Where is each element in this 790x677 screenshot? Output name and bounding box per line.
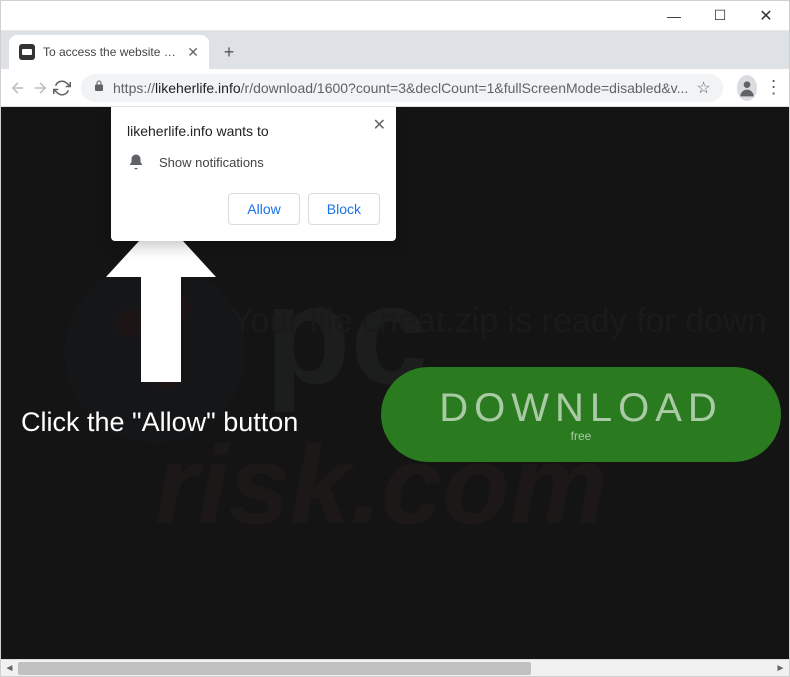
- window-minimize-button[interactable]: —: [651, 1, 697, 31]
- scroll-thumb[interactable]: [18, 662, 531, 675]
- scroll-left-arrow-icon[interactable]: ◄: [1, 660, 18, 677]
- allow-button[interactable]: Allow: [228, 193, 299, 225]
- bell-icon: [127, 153, 145, 171]
- tab-title: To access the website click the "A: [43, 45, 179, 59]
- url-text: https://likeherlife.info/r/download/1600…: [113, 80, 688, 96]
- tab-close-button[interactable]: ✕: [187, 44, 199, 61]
- file-ready-heading: Your file cheat.zip is ready for down: [231, 302, 766, 341]
- chrome-menu-button[interactable]: ⋮: [765, 74, 783, 102]
- permission-label: Show notifications: [159, 155, 264, 170]
- download-button-label: DOWNLOAD: [439, 386, 723, 431]
- scroll-right-arrow-icon[interactable]: ►: [772, 660, 789, 677]
- window-close-button[interactable]: ✕: [743, 1, 789, 31]
- browser-tab[interactable]: To access the website click the "A ✕: [9, 35, 209, 69]
- window-titlebar: — ☐ ✕: [1, 1, 789, 31]
- block-button[interactable]: Block: [308, 193, 380, 225]
- instruction-text: Click the "Allow" button: [21, 407, 298, 438]
- bookmark-star-icon[interactable]: ☆: [696, 78, 710, 98]
- toolbar: https://likeherlife.info/r/download/1600…: [1, 69, 789, 107]
- forward-button[interactable]: [31, 74, 49, 102]
- page-viewport: pc risk.com Click the "Allow" button You…: [1, 107, 789, 659]
- tab-strip: To access the website click the "A ✕ +: [1, 31, 789, 69]
- window-maximize-button[interactable]: ☐: [697, 1, 743, 31]
- profile-avatar-button[interactable]: [737, 75, 757, 101]
- download-button[interactable]: DOWNLOAD free: [381, 367, 781, 462]
- scroll-track[interactable]: [18, 660, 772, 676]
- address-bar[interactable]: https://likeherlife.info/r/download/1600…: [81, 74, 723, 102]
- lock-icon: [93, 79, 105, 96]
- new-tab-button[interactable]: +: [215, 38, 243, 66]
- download-button-sublabel: free: [571, 429, 592, 443]
- dialog-title: likeherlife.info wants to: [127, 123, 380, 139]
- reload-button[interactable]: [53, 74, 71, 102]
- horizontal-scrollbar[interactable]: ◄ ►: [1, 659, 789, 676]
- notification-permission-dialog: ✕ likeherlife.info wants to Show notific…: [111, 107, 396, 241]
- dialog-close-button[interactable]: ✕: [373, 115, 386, 135]
- tab-favicon-icon: [19, 44, 35, 60]
- back-button[interactable]: [9, 74, 27, 102]
- arrow-up-icon: [106, 217, 216, 387]
